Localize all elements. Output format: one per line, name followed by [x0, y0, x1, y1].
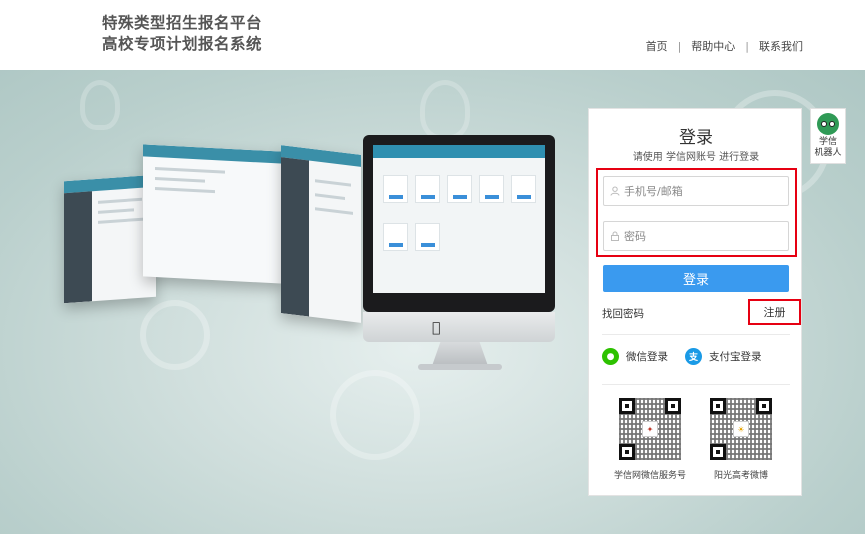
login-subtitle: 请使用 学信网账号 进行登录: [632, 152, 760, 163]
site-header: 特殊类型招生报名平台 高校专项计划报名系统 首页 | 帮助中心 | 联系我们: [0, 0, 865, 70]
nav-home[interactable]: 首页: [646, 38, 668, 54]
wechat-login[interactable]: ● 微信登录: [602, 348, 668, 365]
xuexin-robot-button[interactable]: 学信 机器人: [810, 108, 846, 164]
alipay-login-label: 支付宝登录: [709, 351, 762, 363]
qr-logo-icon: ✦: [642, 421, 658, 437]
alipay-icon: 支: [685, 348, 702, 365]
qr-caption-sunshine-weibo: 阳光高考微博: [713, 471, 768, 481]
find-password-link[interactable]: 找回密码: [602, 306, 644, 321]
nav-help-center[interactable]: 帮助中心: [691, 38, 735, 54]
wechat-icon: ●: [602, 348, 619, 365]
qr-code-wechat-service: ✦: [619, 398, 681, 460]
brochure-screen-middle: [143, 144, 283, 284]
password-input[interactable]: 密码: [603, 221, 789, 251]
top-nav: 首页 | 帮助中心 | 联系我们: [646, 38, 803, 54]
wechat-login-label: 微信登录: [626, 351, 668, 363]
robot-owl-icon: [817, 113, 839, 135]
background-bulb-decoration: [80, 80, 120, 130]
alipay-login[interactable]: 支 支付宝登录: [685, 348, 762, 365]
nav-separator: |: [745, 39, 749, 53]
qr-caption-wechat-service: 学信网微信服务号: [613, 471, 686, 481]
register-link[interactable]: 注册: [749, 300, 800, 324]
brochure-screen-right: [281, 145, 361, 323]
divider: [602, 384, 790, 385]
imac-stand: [432, 342, 488, 366]
qr-code-sunshine-weibo: ☀: [710, 398, 772, 460]
imac-base: [418, 364, 502, 370]
user-icon: [610, 186, 620, 196]
login-panel: 登录 请使用 学信网账号 进行登录 手机号/邮箱 密码 登录 找回密码 注册 ●…: [588, 108, 802, 496]
password-placeholder: 密码: [624, 230, 646, 243]
username-placeholder: 手机号/邮箱: [624, 185, 683, 198]
robot-label-line1: 学信: [818, 137, 837, 147]
brand-title-line1: 特殊类型招生报名平台: [102, 14, 263, 32]
brand-title-line2: 高校专项计划报名系统: [102, 35, 263, 53]
username-input[interactable]: 手机号/邮箱: [603, 176, 789, 206]
divider: [602, 334, 790, 335]
robot-label-line2: 机器人: [814, 148, 842, 158]
site-brand[interactable]: 特殊类型招生报名平台 高校专项计划报名系统: [102, 13, 262, 55]
login-button[interactable]: 登录: [603, 265, 789, 292]
lock-icon: [611, 231, 619, 241]
background-bulb-decoration: [420, 80, 470, 140]
nav-separator: |: [677, 39, 682, 53]
background-clock-decoration: [140, 300, 210, 370]
imac-screen: [373, 145, 545, 293]
imac-chin: [363, 312, 555, 342]
qr-logo-icon: ☀: [733, 421, 749, 437]
nav-contact-us[interactable]: 联系我们: [759, 38, 803, 54]
background-clock-decoration: [330, 370, 420, 460]
login-title: 登录: [679, 128, 713, 148]
apple-logo-icon: : [432, 320, 440, 336]
